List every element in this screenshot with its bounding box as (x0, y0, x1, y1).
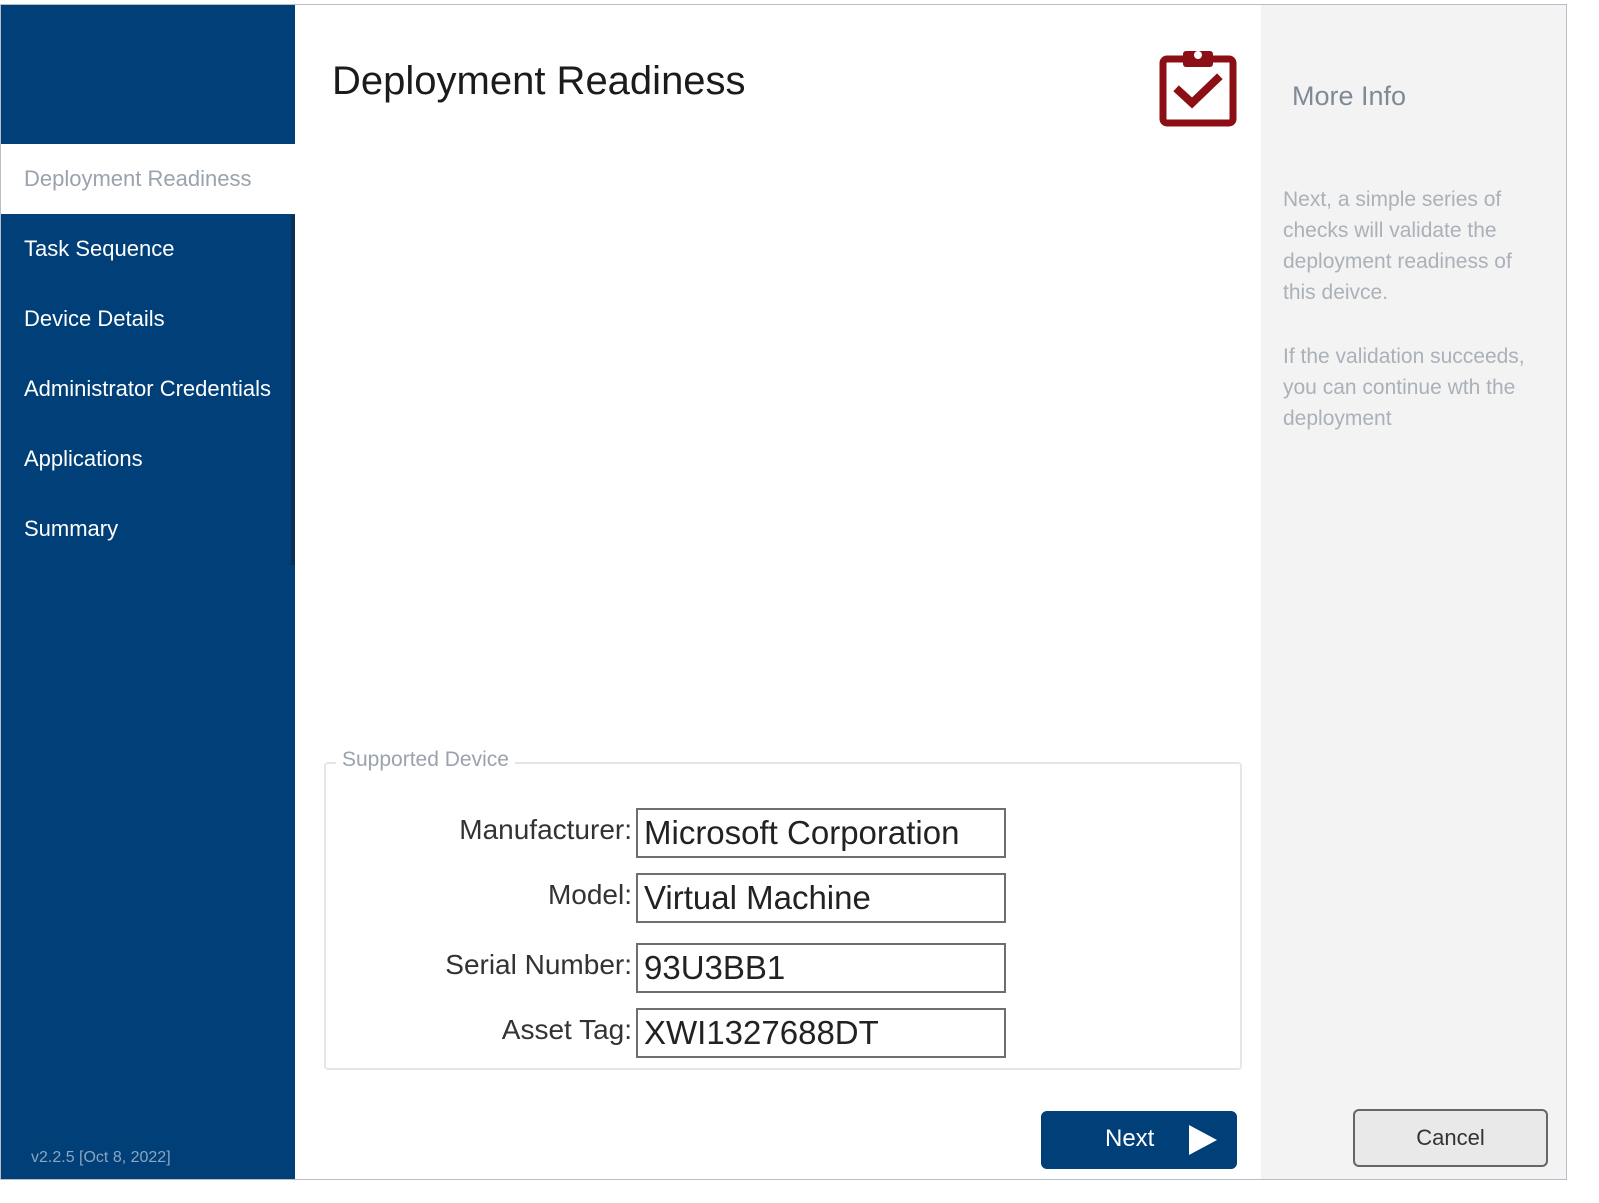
next-button-label: Next (1105, 1125, 1155, 1152)
sidebar-item-device-details[interactable]: Device Details (1, 284, 295, 354)
asset-tag-label: Asset Tag: (501, 1014, 632, 1045)
version-label: v2.2.5 [Oct 8, 2022] (31, 1149, 171, 1166)
main-content: Deployment Readiness Supported Device Ma… (295, 5, 1261, 1179)
page-title: Deployment Readiness (332, 59, 746, 103)
manufacturer-label: Manufacturer: (459, 814, 632, 845)
more-info-title: More Info (1292, 81, 1407, 111)
sidebar-item-task-sequence[interactable]: Task Sequence (1, 214, 295, 284)
sidebar-item-deployment-readiness[interactable]: Deployment Readiness (1, 144, 295, 214)
clipboard-check-icon (1159, 51, 1237, 127)
serial-number-row: Serial Number: 93U3BB1 (326, 943, 1244, 993)
model-row: Model: Virtual Machine (326, 873, 1244, 923)
model-field[interactable]: Virtual Machine (636, 873, 1006, 923)
sidebar-item-applications[interactable]: Applications (1, 424, 295, 494)
asset-tag-field[interactable]: XWI1327688DT (636, 1008, 1006, 1058)
serial-number-label: Serial Number: (445, 949, 632, 980)
info-paragraph-1: Next, a simple series of checks will val… (1283, 188, 1512, 304)
manufacturer-row: Manufacturer: Microsoft Corporation (326, 808, 1244, 858)
sidebar: Deployment Readiness Task Sequence Devic… (1, 5, 295, 1179)
play-arrow-icon (1189, 1125, 1217, 1155)
cancel-button[interactable]: Cancel (1353, 1109, 1548, 1167)
asset-tag-row: Asset Tag: XWI1327688DT (326, 1008, 1244, 1058)
more-info-panel: More Info Next, a simple series of check… (1261, 5, 1566, 1179)
group-legend: Supported Device (336, 748, 515, 772)
supported-device-group: Supported Device Manufacturer: Microsoft… (324, 748, 1244, 1070)
sidebar-nav: Deployment Readiness Task Sequence Devic… (1, 144, 295, 564)
next-button[interactable]: Next (1041, 1111, 1237, 1169)
sidebar-item-summary[interactable]: Summary (1, 494, 295, 564)
model-label: Model: (547, 879, 632, 910)
wizard-window: Deployment Readiness Task Sequence Devic… (0, 4, 1567, 1180)
manufacturer-field[interactable]: Microsoft Corporation (636, 808, 1006, 858)
serial-number-field[interactable]: 93U3BB1 (636, 943, 1006, 993)
info-paragraph-2: If the validation succeeds, you can cont… (1283, 345, 1525, 430)
sidebar-item-administrator-credentials[interactable]: Administrator Credentials (1, 354, 295, 424)
